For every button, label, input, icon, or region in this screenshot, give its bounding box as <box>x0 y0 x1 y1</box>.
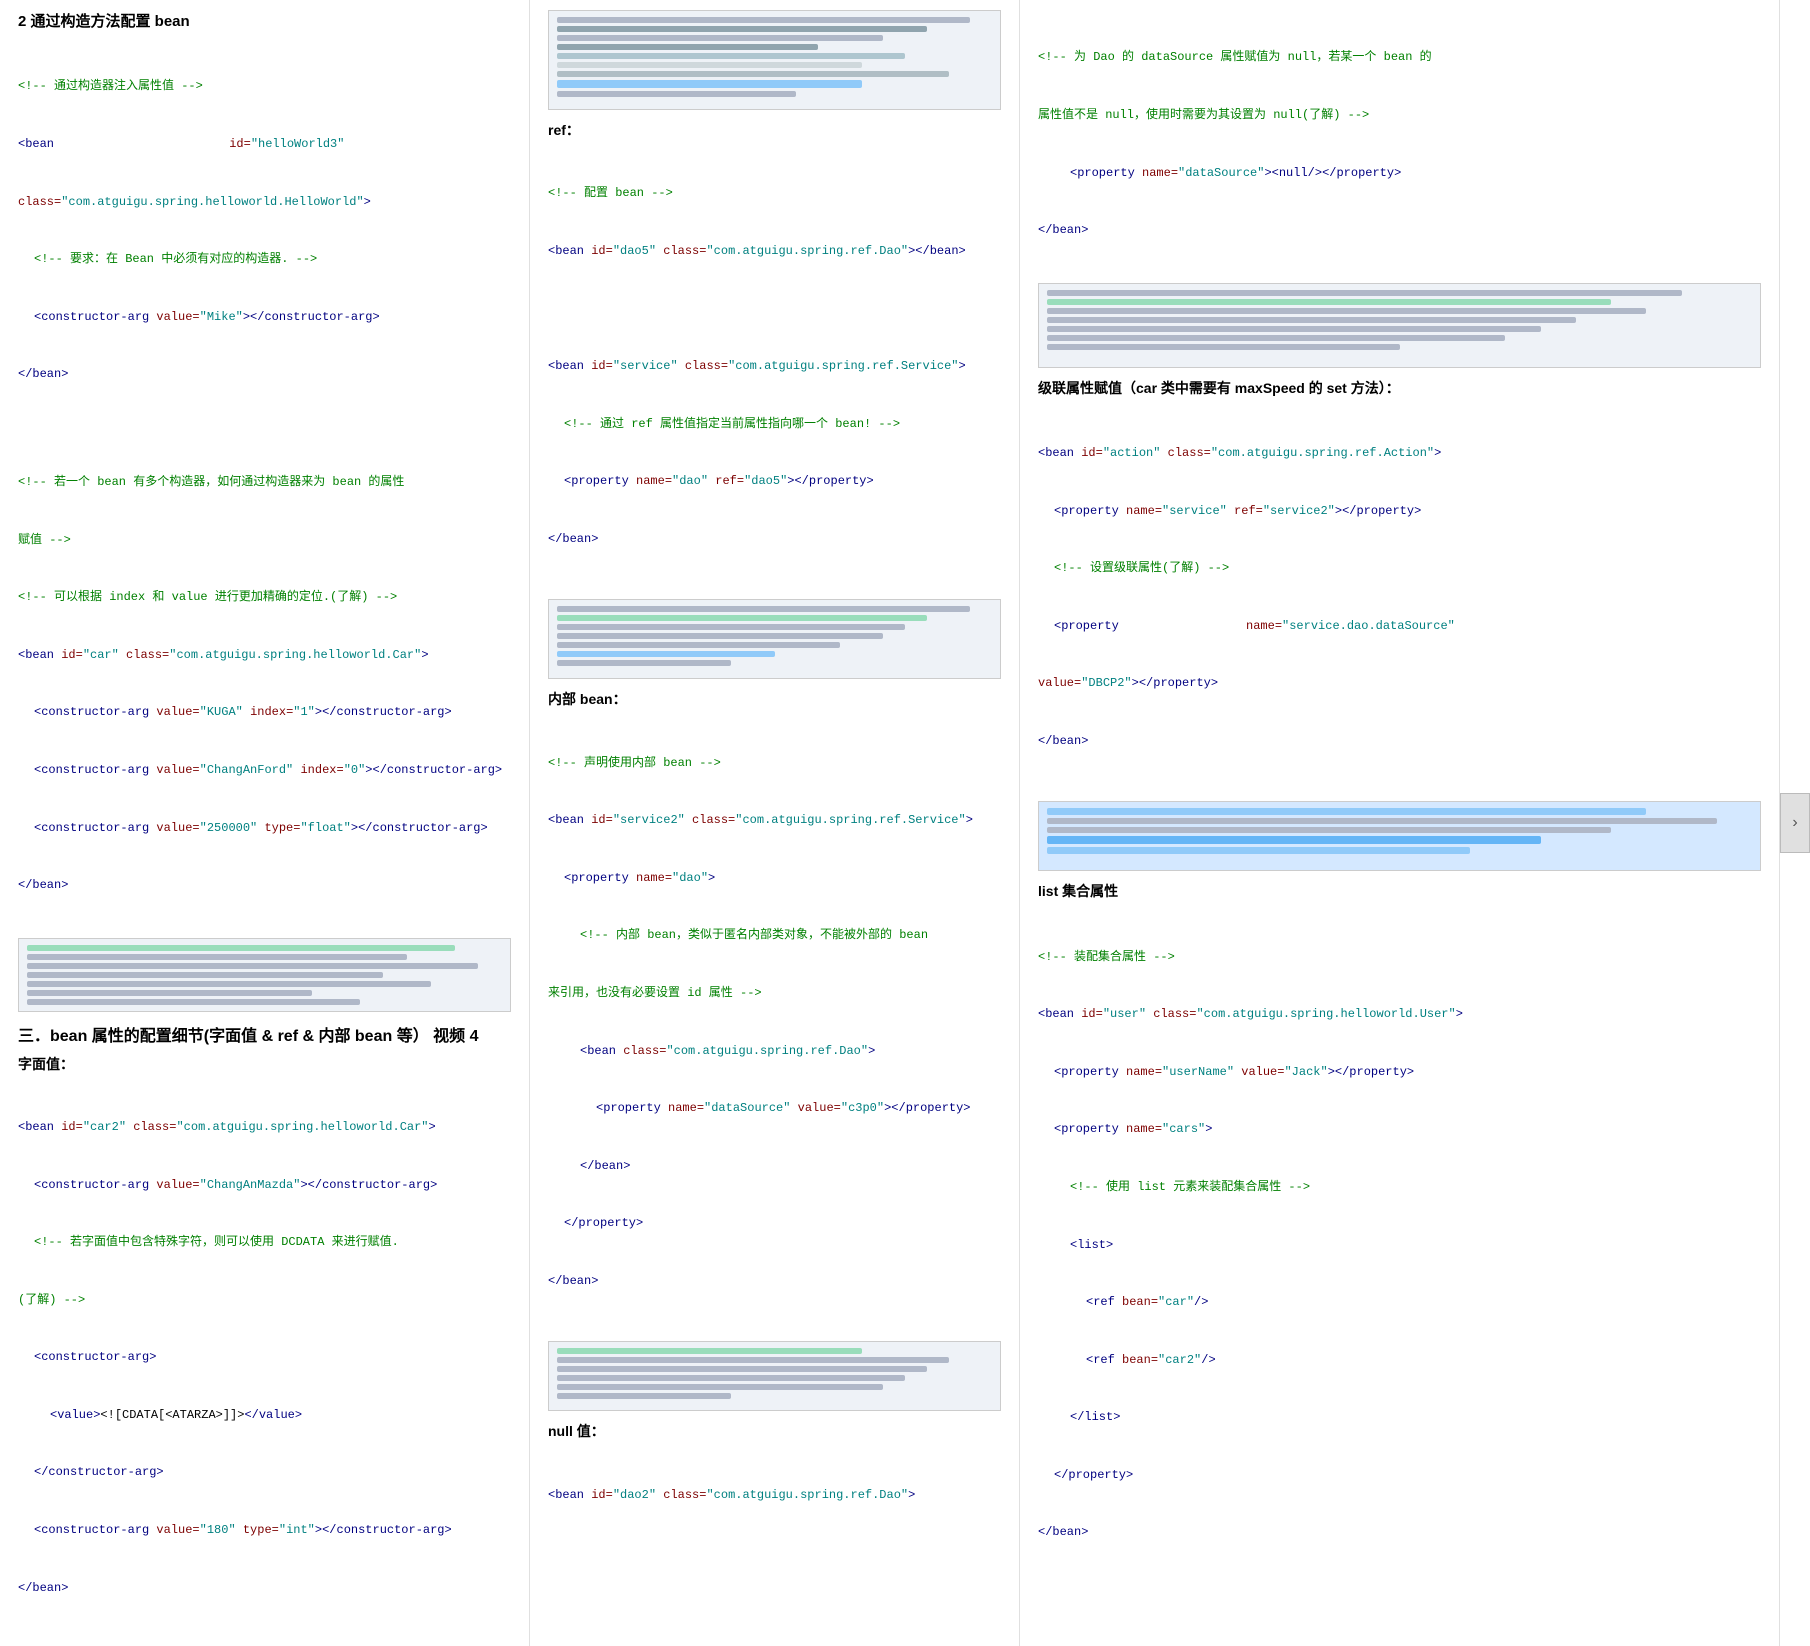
code-line: <!-- 通过构造器注入属性值 --> <box>18 77 511 96</box>
code-line: <!-- 可以根据 index 和 value 进行更加精确的定位.(了解) -… <box>18 588 511 607</box>
code-line: <bean id="service" class="com.atguigu.sp… <box>548 357 1001 376</box>
code-line: <bean id="car2" class="com.atguigu.sprin… <box>18 1118 511 1137</box>
code-line: <!-- 声明使用内部 bean --> <box>548 754 1001 773</box>
col1-code-block2: <!-- 若一个 bean 有多个构造器，如何通过构造器来为 bean 的属性 … <box>18 435 511 934</box>
code-line: <!-- 装配集合属性 --> <box>1038 948 1761 967</box>
code-line: </list> <box>1038 1408 1761 1427</box>
code-line: <!-- 通过 ref 属性值指定当前属性指向哪一个 bean! --> <box>548 415 1001 434</box>
literal-code-block: <bean id="car2" class="com.atguigu.sprin… <box>18 1080 511 1636</box>
column-2: ref： <!-- 配置 bean --> <bean id="dao5" cl… <box>530 0 1020 1646</box>
code-line: <property name="dao" ref="dao5"></proper… <box>548 472 1001 491</box>
code-line: <!-- 要求：在 Bean 中必须有对应的构造器. --> <box>18 250 511 269</box>
code-line: <constructor-arg value="250000" type="fl… <box>18 819 511 838</box>
code-line: <constructor-arg value="180" type="int">… <box>18 1521 511 1540</box>
code-line: 来引用，也没有必要设置 id 属性 --> <box>548 984 1001 1003</box>
code-line: <constructor-arg value="ChangAnMazda"></… <box>18 1176 511 1195</box>
code-line: </bean> <box>548 1157 1001 1176</box>
list-code-block: <!-- 装配集合属性 --> <bean id="user" class="c… <box>1038 909 1761 1581</box>
code-line: <property name="dataSource" value="c3p0"… <box>548 1099 1001 1118</box>
code-line: <!-- 为 Dao 的 dataSource 属性赋值为 null，若某一个 … <box>1038 48 1761 67</box>
code-line: <constructor-arg value="KUGA" index="1">… <box>18 703 511 722</box>
section3-title: 三．bean 属性的配置细节(字面值 & ref & 内部 bean 等） 视频… <box>18 1022 511 1046</box>
dao-comment-block: <!-- 为 Dao 的 dataSource 属性赋值为 null，若某一个 … <box>1038 10 1761 279</box>
code-line: <property name="service.dao.dataSource" <box>1038 617 1761 636</box>
null-title: null 值： <box>548 1421 1001 1441</box>
code-line: <bean id="dao2" class="com.atguigu.sprin… <box>548 1486 1001 1505</box>
screenshot-code-4 <box>548 1341 1001 1411</box>
code-line: </bean> <box>548 1272 1001 1291</box>
code-line: </bean> <box>548 530 1001 549</box>
code-line: <property name="userName" value="Jack"><… <box>1038 1063 1761 1082</box>
ref-code-block: <!-- 配置 bean --> <bean id="dao5" class="… <box>548 146 1001 587</box>
code-line: <bean id="user" class="com.atguigu.sprin… <box>1038 1005 1761 1024</box>
col1-code-block: <!-- 通过构造器注入属性值 --> <bean id="helloWorld… <box>18 39 511 423</box>
code-line: value="DBCP2"></property> <box>1038 674 1761 693</box>
screenshot-code-2 <box>548 10 1001 110</box>
screenshot-code-1 <box>18 938 511 1012</box>
code-line: </property> <box>548 1214 1001 1233</box>
code-line: <constructor-arg value="ChangAnFord" ind… <box>18 761 511 780</box>
code-line: </bean> <box>18 876 511 895</box>
code-line: </constructor-arg> <box>18 1463 511 1482</box>
column-3: <!-- 为 Dao 的 dataSource 属性赋值为 null，若某一个 … <box>1020 0 1780 1646</box>
code-line: </property> <box>1038 1466 1761 1485</box>
code-line: <ref bean="car2"/> <box>1038 1351 1761 1370</box>
code-line: <list> <box>1038 1236 1761 1255</box>
inner-bean-title: 内部 bean： <box>548 689 1001 709</box>
screenshot-code-6 <box>1038 801 1761 871</box>
code-line <box>548 300 1001 319</box>
code-line: <!-- 配置 bean --> <box>548 184 1001 203</box>
code-line: class="com.atguigu.spring.helloworld.Hel… <box>18 193 511 212</box>
code-line: <property name="service" ref="service2">… <box>1038 502 1761 521</box>
code-line: <bean id="service2" class="com.atguigu.s… <box>548 811 1001 830</box>
code-line: <constructor-arg value="Mike"></construc… <box>18 308 511 327</box>
ref-title: ref： <box>548 120 1001 140</box>
nav-arrow-right[interactable]: › <box>1780 793 1810 853</box>
code-line: <bean id="car" class="com.atguigu.spring… <box>18 646 511 665</box>
code-line: <!-- 设置级联属性(了解) --> <box>1038 559 1761 578</box>
literal-title: 字面值： <box>18 1054 511 1074</box>
code-line: </bean> <box>1038 1523 1761 1542</box>
code-line: <bean id="helloWorld3" <box>18 135 511 154</box>
column-1: 2 通过构造方法配置 bean <!-- 通过构造器注入属性值 --> <bea… <box>0 0 530 1646</box>
code-line: <property name="dataSource"><null/></pro… <box>1038 164 1761 183</box>
page-container: 2 通过构造方法配置 bean <!-- 通过构造器注入属性值 --> <bea… <box>0 0 1810 1646</box>
section2-title: 2 通过构造方法配置 bean <box>18 10 511 31</box>
code-line: <property name="cars"> <box>1038 1120 1761 1139</box>
code-line: <!-- 使用 list 元素来装配集合属性 --> <box>1038 1178 1761 1197</box>
code-line: </bean> <box>18 365 511 384</box>
screenshot-code-3 <box>548 599 1001 679</box>
screenshot-code-5 <box>1038 283 1761 368</box>
code-line: <value><![CDATA[<ATARZA>]]></value> <box>18 1406 511 1425</box>
code-line: <constructor-arg> <box>18 1348 511 1367</box>
cascade-title: 级联属性赋值（car 类中需要有 maxSpeed 的 set 方法）： <box>1038 378 1761 398</box>
code-line: <!-- 内部 bean，类似于匿名内部类对象，不能被外部的 bean <box>548 926 1001 945</box>
inner-bean-code: <!-- 声明使用内部 bean --> <bean id="service2"… <box>548 715 1001 1329</box>
code-line: </bean> <box>1038 732 1761 751</box>
code-line: </bean> <box>1038 221 1761 240</box>
code-line: 属性值不是 null，使用时需要为其设置为 null(了解) --> <box>1038 106 1761 125</box>
code-line: <bean id="action" class="com.atguigu.spr… <box>1038 444 1761 463</box>
code-line: <ref bean="car"/> <box>1038 1293 1761 1312</box>
code-line: <!-- 若字面值中包含特殊字符，则可以使用 DCDATA 来进行赋值. <box>18 1233 511 1252</box>
code-line: <bean id="dao5" class="com.atguigu.sprin… <box>548 242 1001 261</box>
code-line: <bean class="com.atguigu.spring.ref.Dao"… <box>548 1042 1001 1061</box>
code-line: </bean> <box>18 1579 511 1598</box>
cascade-code-block: <bean id="action" class="com.atguigu.spr… <box>1038 406 1761 790</box>
code-line: (了解) --> <box>18 1291 511 1310</box>
null-code-block: <bean id="dao2" class="com.atguigu.sprin… <box>548 1447 1001 1543</box>
code-line: <!-- 若一个 bean 有多个构造器，如何通过构造器来为 bean 的属性 <box>18 473 511 492</box>
list-title: list 集合属性 <box>1038 881 1761 901</box>
code-line: <property name="dao"> <box>548 869 1001 888</box>
code-line: 赋值 --> <box>18 531 511 550</box>
